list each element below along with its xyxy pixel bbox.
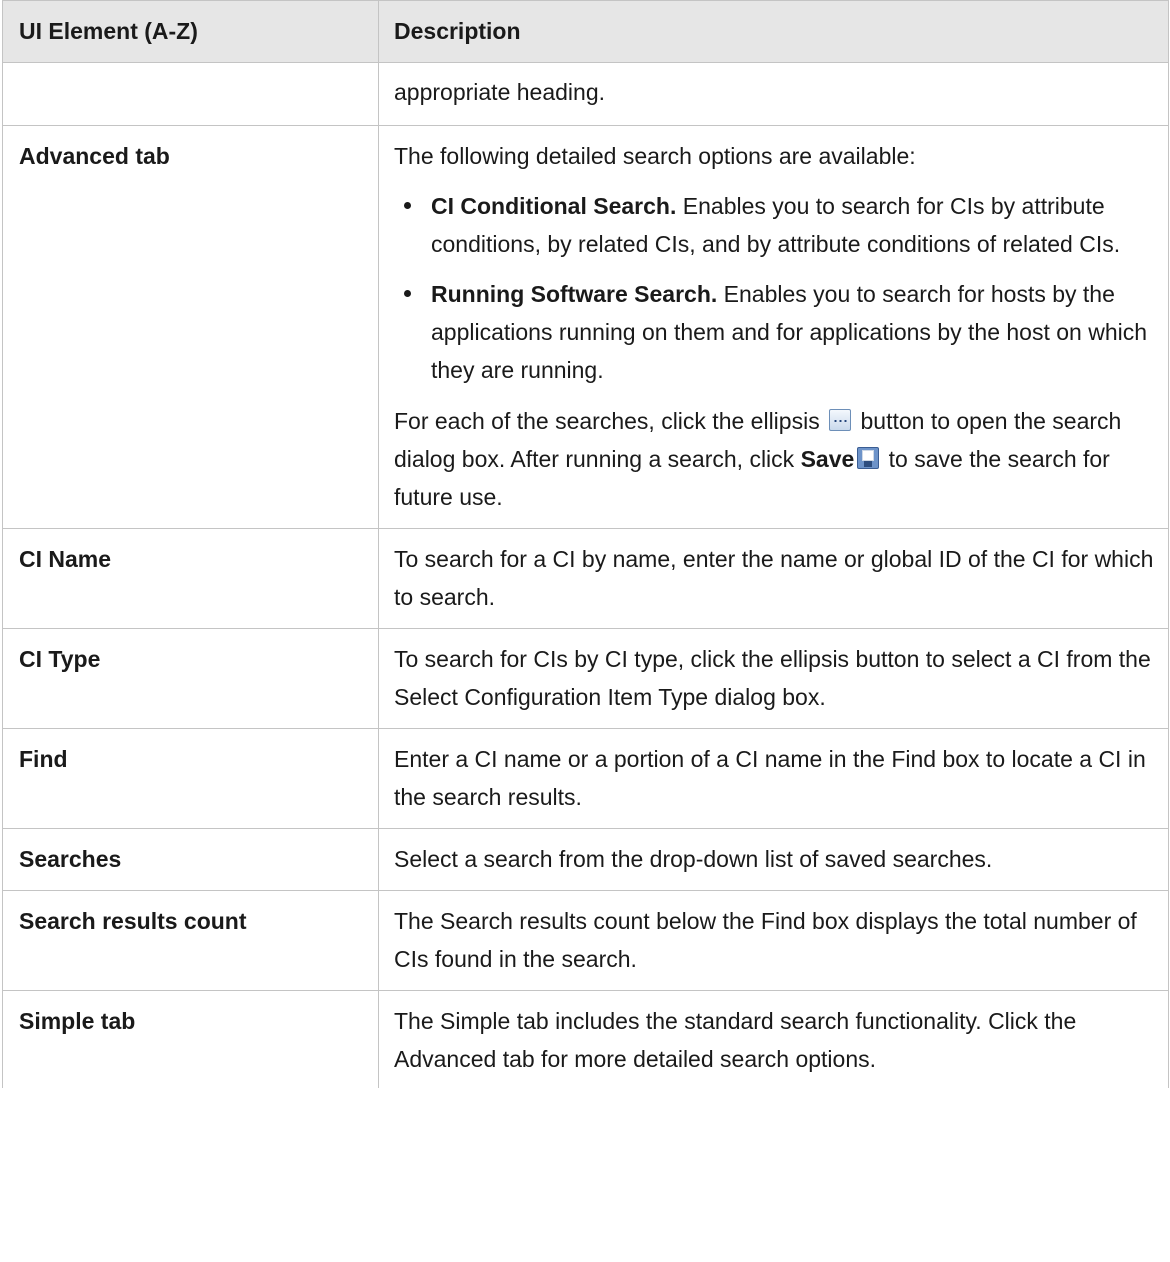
column-header-ui-element: UI Element (A-Z) — [2, 0, 379, 63]
save-label: Save — [800, 446, 855, 472]
list-item-running-software-search: Running Software Search. Enables you to … — [394, 275, 1154, 389]
table-row-continued: appropriate heading. — [2, 62, 1169, 126]
table-cell-name: Search results count — [2, 890, 379, 991]
table-header-row: UI Element (A-Z) Description — [2, 0, 1169, 63]
column-header-description: Description — [378, 0, 1169, 63]
table-cell-description: The Simple tab includes the standard sea… — [378, 990, 1169, 1088]
table-cell-description: Enter a CI name or a portion of a CI nam… — [378, 728, 1169, 829]
table-cell-description: appropriate heading. — [378, 62, 1169, 126]
note-text: For each of the searches, click the elli… — [394, 408, 827, 434]
option-title: CI Conditional Search. — [431, 193, 677, 219]
option-title: Running Software Search. — [431, 281, 718, 307]
table-cell-description: The Search results count below the Find … — [378, 890, 1169, 991]
table-row-search-results-count: Search results count The Search results … — [2, 890, 1169, 991]
bullet-icon — [404, 290, 411, 297]
advanced-note: For each of the searches, click the elli… — [394, 402, 1154, 516]
ui-element-reference-table: UI Element (A-Z) Description appropriate… — [2, 0, 1169, 1088]
table-cell-description: To search for CIs by CI type, click the … — [378, 628, 1169, 729]
list-item-ci-conditional-search: CI Conditional Search. Enables you to se… — [394, 187, 1154, 263]
table-cell-name: Find — [2, 728, 379, 829]
advanced-options-list: CI Conditional Search. Enables you to se… — [394, 187, 1154, 389]
table-row-searches: Searches Select a search from the drop-d… — [2, 828, 1169, 891]
save-disk-icon — [857, 447, 880, 469]
table-cell-description: To search for a CI by name, enter the na… — [378, 528, 1169, 629]
advanced-intro: The following detailed search options ar… — [394, 143, 916, 169]
table-row-find: Find Enter a CI name or a portion of a C… — [2, 728, 1169, 829]
table-cell-name: Simple tab — [2, 990, 379, 1088]
bullet-icon — [404, 202, 411, 209]
table-row-ci-name: CI Name To search for a CI by name, ente… — [2, 528, 1169, 629]
table-cell-name: Searches — [2, 828, 379, 891]
table-cell-description: Select a search from the drop-down list … — [378, 828, 1169, 891]
table-cell-name: CI Type — [2, 628, 379, 729]
table-cell-name: CI Name — [2, 528, 379, 629]
table-cell-description: The following detailed search options ar… — [378, 125, 1169, 529]
table-cell-name-empty — [2, 62, 379, 126]
ellipsis-button-icon — [829, 409, 852, 431]
table-row-ci-type: CI Type To search for CIs by CI type, cl… — [2, 628, 1169, 729]
table-cell-name: Advanced tab — [2, 125, 379, 529]
table-row-simple-tab: Simple tab The Simple tab includes the s… — [2, 990, 1169, 1088]
table-row-advanced-tab: Advanced tab The following detailed sear… — [2, 125, 1169, 529]
